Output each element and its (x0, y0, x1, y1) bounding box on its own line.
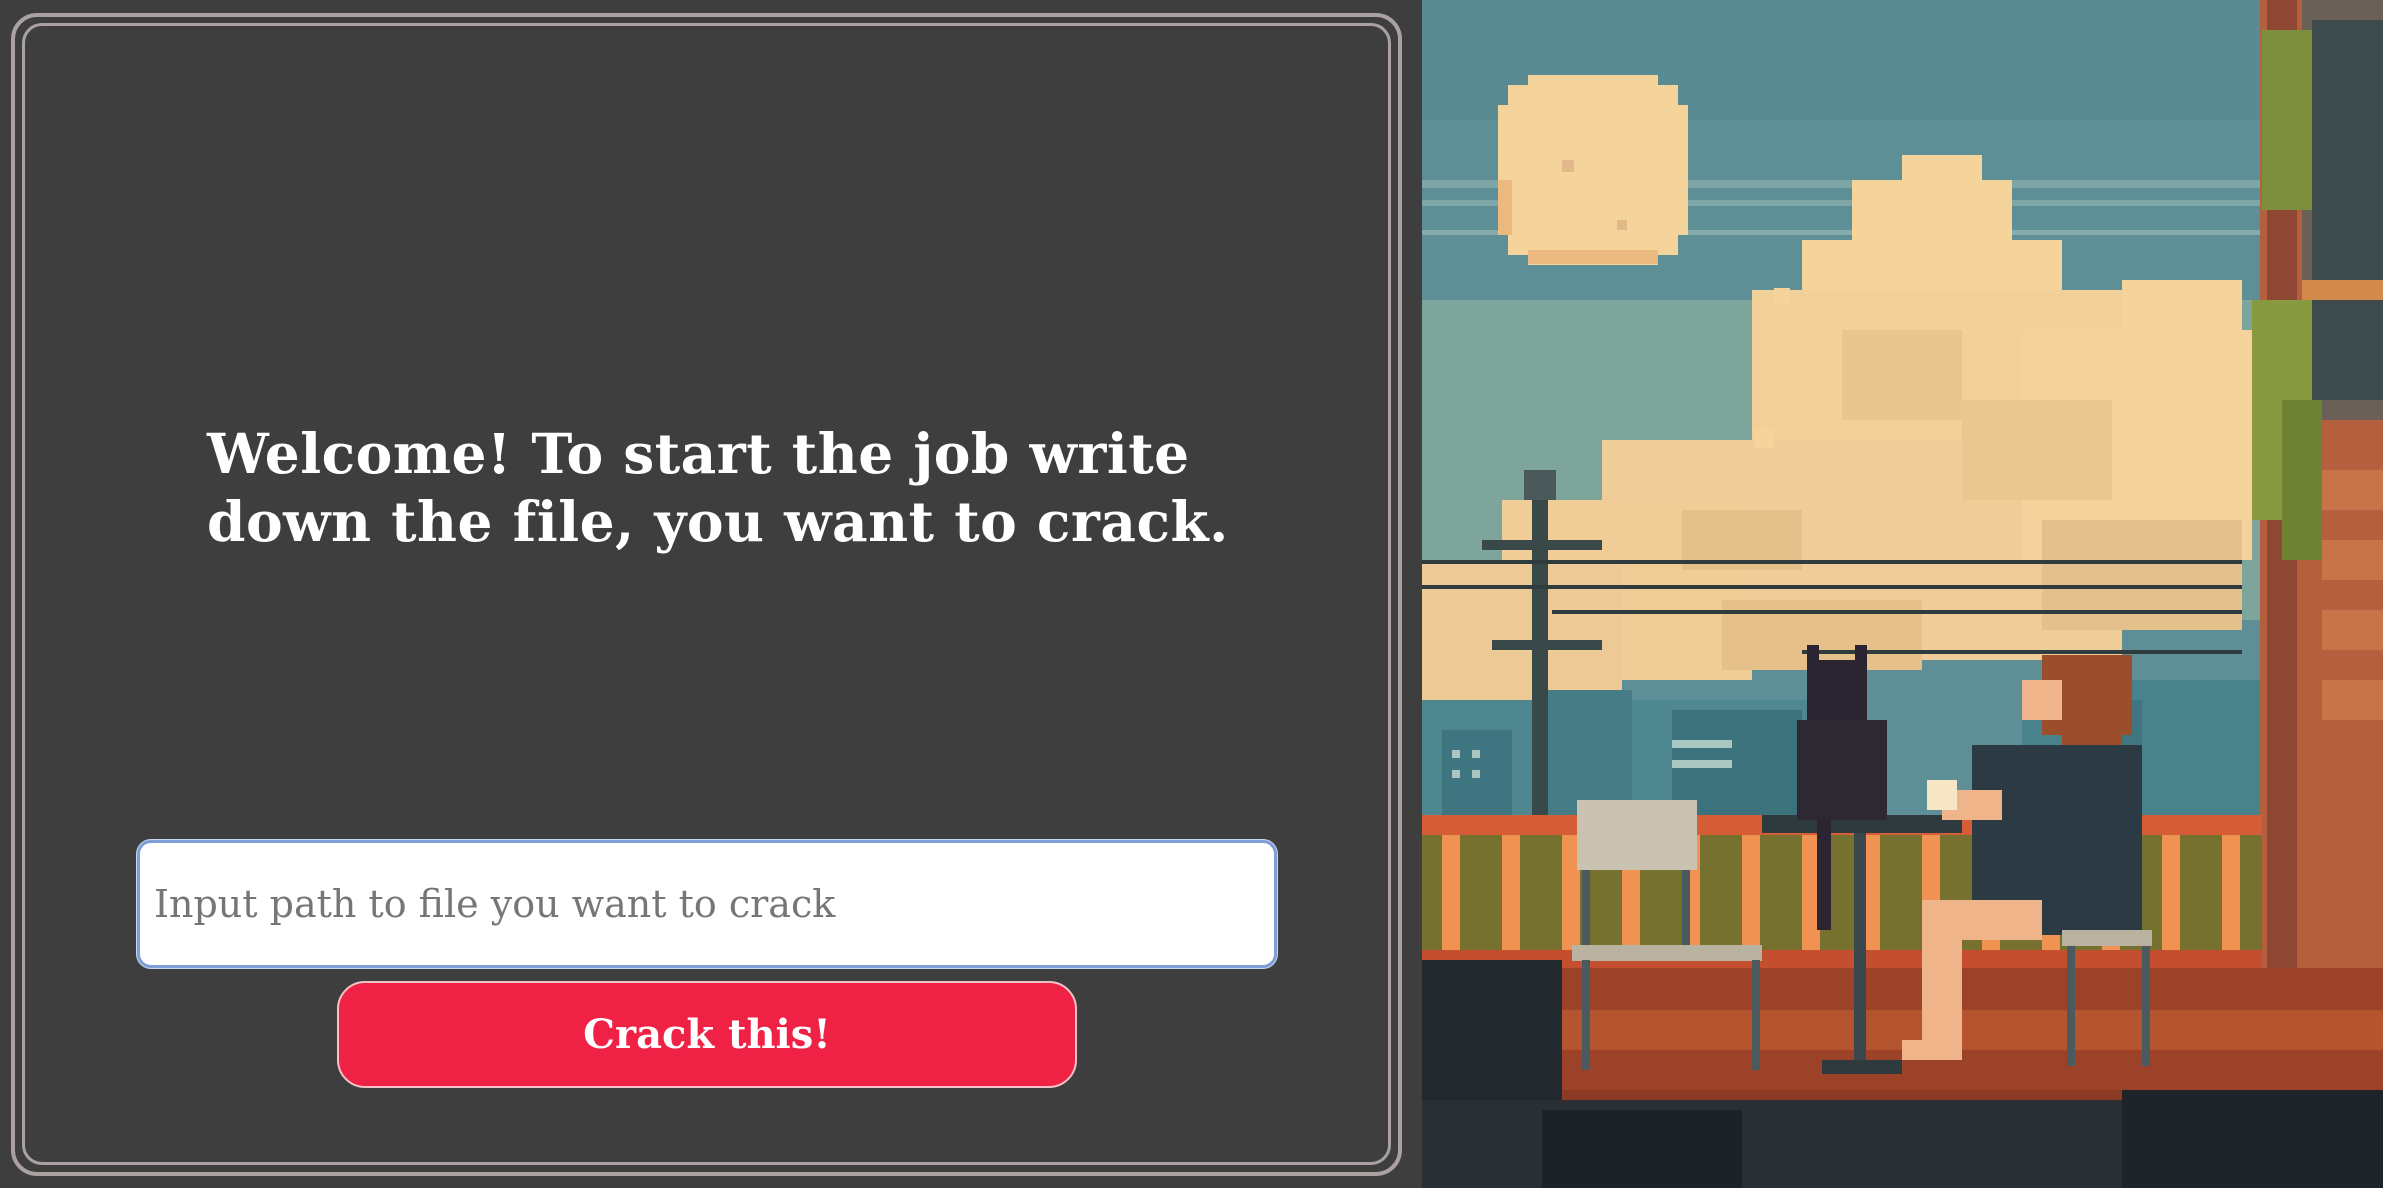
file-path-input[interactable] (137, 840, 1277, 968)
pixel-art-scene (1422, 0, 2383, 1188)
crack-button[interactable]: Crack this! (337, 981, 1077, 1088)
app-window: Welcome! To start the job write down the… (0, 0, 2383, 1188)
panel-divider (1402, 0, 1422, 1188)
welcome-heading: Welcome! To start the job write down the… (207, 420, 1247, 556)
crack-panel: Welcome! To start the job write down the… (0, 0, 1422, 1188)
welcome-line-2: down the file, you want to crack. (207, 489, 1229, 554)
pixel-art-rooftop-scene-icon (1422, 0, 2383, 1188)
moon (1498, 75, 1688, 265)
welcome-line-1: Welcome! To start the job write (207, 421, 1190, 486)
balcony-floor (1422, 960, 2383, 1188)
